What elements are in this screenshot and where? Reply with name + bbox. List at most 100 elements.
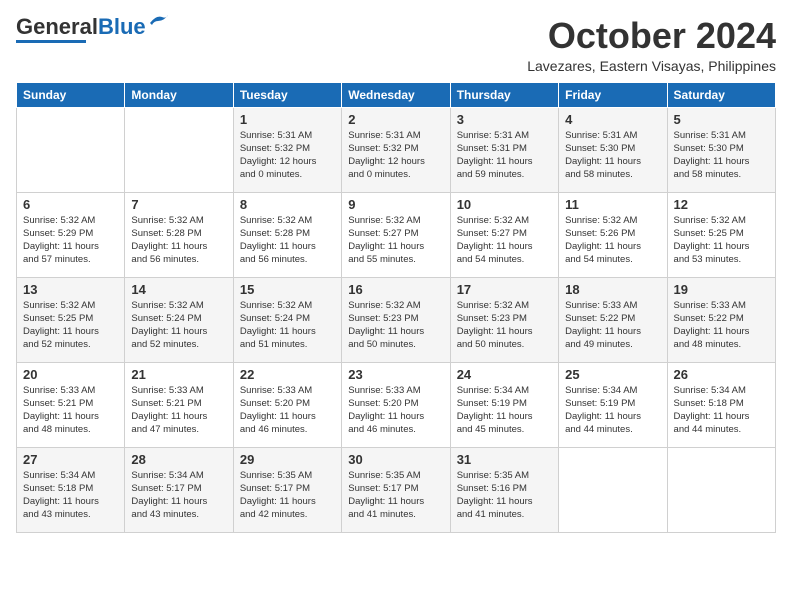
day-number: 11 (565, 197, 660, 212)
day-info: Sunrise: 5:33 AM Sunset: 5:20 PM Dayligh… (348, 384, 443, 437)
day-number: 16 (348, 282, 443, 297)
calendar-cell: 20Sunrise: 5:33 AM Sunset: 5:21 PM Dayli… (17, 362, 125, 447)
weekday-header-tuesday: Tuesday (233, 82, 341, 107)
calendar-cell: 16 Sunrise: 5:32 AM Sunset: 5:23 PM Dayli… (342, 277, 450, 362)
week-row-2: 6 Sunrise: 5:32 AM Sunset: 5:29 PM Daylig… (17, 192, 776, 277)
day-number: 1 (240, 112, 335, 127)
day-info: Sunrise: 5:33 AM Sunset: 5:21 PM Dayligh… (131, 384, 226, 437)
calendar-cell: 7Sunrise: 5:32 AM Sunset: 5:28 PM Daylig… (125, 192, 233, 277)
week-row-5: 27 Sunrise: 5:34 AM Sunset: 5:18 PM Dayli… (17, 447, 776, 532)
calendar-cell (17, 107, 125, 192)
day-number: 30 (348, 452, 443, 467)
calendar-cell: 26Sunrise: 5:34 AM Sunset: 5:18 PM Dayli… (667, 362, 775, 447)
calendar-cell: 14 Sunrise: 5:32 AM Sunset: 5:24 PM Dayli… (125, 277, 233, 362)
weekday-header-monday: Monday (125, 82, 233, 107)
calendar-cell: 1 Sunrise: 5:31 AM Sunset: 5:32 PM Daylig… (233, 107, 341, 192)
day-info: Sunrise: 5:32 AM Sunset: 5:28 PM Dayligh… (240, 214, 335, 267)
day-info: Sunrise: 5:34 AM Sunset: 5:17 PM Dayligh… (131, 469, 226, 522)
day-info: Sunrise: 5:34 AM Sunset: 5:18 PM Dayligh… (23, 469, 118, 522)
day-info: Sunrise: 5:32 AM Sunset: 5:25 PM Dayligh… (674, 214, 769, 267)
title-block: October 2024 Lavezares, Eastern Visayas,… (527, 16, 776, 74)
calendar-table: SundayMondayTuesdayWednesdayThursdayFrid… (16, 82, 776, 533)
day-number: 4 (565, 112, 660, 127)
calendar-cell: 6 Sunrise: 5:32 AM Sunset: 5:29 PM Daylig… (17, 192, 125, 277)
day-info: Sunrise: 5:34 AM Sunset: 5:19 PM Dayligh… (565, 384, 660, 437)
calendar-cell: 10 Sunrise: 5:32 AM Sunset: 5:27 PM Dayli… (450, 192, 558, 277)
logo-bird-icon (148, 13, 170, 33)
day-number: 19 (674, 282, 769, 297)
calendar-cell: 9 Sunrise: 5:32 AM Sunset: 5:27 PM Daylig… (342, 192, 450, 277)
day-info: Sunrise: 5:31 AM Sunset: 5:31 PM Dayligh… (457, 129, 552, 182)
day-number: 2 (348, 112, 443, 127)
day-number: 8 (240, 197, 335, 212)
location-subtitle: Lavezares, Eastern Visayas, Philippines (527, 58, 776, 74)
day-info: Sunrise: 5:33 AM Sunset: 5:22 PM Dayligh… (674, 299, 769, 352)
day-number: 9 (348, 197, 443, 212)
day-number: 24 (457, 367, 552, 382)
calendar-cell: 21 Sunrise: 5:33 AM Sunset: 5:21 PM Dayli… (125, 362, 233, 447)
logo-text: GeneralBlue (16, 16, 146, 38)
day-number: 14 (131, 282, 226, 297)
day-number: 20 (23, 367, 118, 382)
calendar-cell: 11 Sunrise: 5:32 AM Sunset: 5:26 PM Dayli… (559, 192, 667, 277)
day-info: Sunrise: 5:32 AM Sunset: 5:24 PM Dayligh… (131, 299, 226, 352)
day-number: 21 (131, 367, 226, 382)
day-info: Sunrise: 5:32 AM Sunset: 5:25 PM Dayligh… (23, 299, 118, 352)
day-info: Sunrise: 5:31 AM Sunset: 5:30 PM Dayligh… (674, 129, 769, 182)
day-info: Sunrise: 5:32 AM Sunset: 5:27 PM Dayligh… (348, 214, 443, 267)
calendar-cell: 4Sunrise: 5:31 AM Sunset: 5:30 PM Daylig… (559, 107, 667, 192)
day-info: Sunrise: 5:34 AM Sunset: 5:18 PM Dayligh… (674, 384, 769, 437)
week-row-1: 1 Sunrise: 5:31 AM Sunset: 5:32 PM Daylig… (17, 107, 776, 192)
day-info: Sunrise: 5:32 AM Sunset: 5:29 PM Dayligh… (23, 214, 118, 267)
day-info: Sunrise: 5:32 AM Sunset: 5:24 PM Dayligh… (240, 299, 335, 352)
day-number: 12 (674, 197, 769, 212)
calendar-cell: 17 Sunrise: 5:32 AM Sunset: 5:23 PM Dayli… (450, 277, 558, 362)
day-number: 6 (23, 197, 118, 212)
day-info: Sunrise: 5:31 AM Sunset: 5:32 PM Dayligh… (240, 129, 335, 182)
day-number: 3 (457, 112, 552, 127)
week-row-3: 13 Sunrise: 5:32 AM Sunset: 5:25 PM Dayli… (17, 277, 776, 362)
day-info: Sunrise: 5:33 AM Sunset: 5:22 PM Dayligh… (565, 299, 660, 352)
weekday-header-saturday: Saturday (667, 82, 775, 107)
day-number: 28 (131, 452, 226, 467)
day-number: 10 (457, 197, 552, 212)
calendar-cell (125, 107, 233, 192)
day-number: 7 (131, 197, 226, 212)
day-info: Sunrise: 5:35 AM Sunset: 5:16 PM Dayligh… (457, 469, 552, 522)
weekday-header-sunday: Sunday (17, 82, 125, 107)
weekday-header-thursday: Thursday (450, 82, 558, 107)
calendar-cell: 12 Sunrise: 5:32 AM Sunset: 5:25 PM Dayli… (667, 192, 775, 277)
day-info: Sunrise: 5:33 AM Sunset: 5:20 PM Dayligh… (240, 384, 335, 437)
calendar-cell: 18 Sunrise: 5:33 AM Sunset: 5:22 PM Dayli… (559, 277, 667, 362)
day-info: Sunrise: 5:32 AM Sunset: 5:23 PM Dayligh… (457, 299, 552, 352)
calendar-cell: 13 Sunrise: 5:32 AM Sunset: 5:25 PM Dayli… (17, 277, 125, 362)
calendar-cell: 30 Sunrise: 5:35 AM Sunset: 5:17 PM Dayli… (342, 447, 450, 532)
calendar-cell: 31 Sunrise: 5:35 AM Sunset: 5:16 PM Dayli… (450, 447, 558, 532)
calendar-cell: 28 Sunrise: 5:34 AM Sunset: 5:17 PM Dayli… (125, 447, 233, 532)
logo-underline (16, 40, 86, 43)
month-title: October 2024 (527, 16, 776, 56)
day-info: Sunrise: 5:32 AM Sunset: 5:27 PM Dayligh… (457, 214, 552, 267)
day-info: Sunrise: 5:32 AM Sunset: 5:26 PM Dayligh… (565, 214, 660, 267)
day-info: Sunrise: 5:34 AM Sunset: 5:19 PM Dayligh… (457, 384, 552, 437)
calendar-cell: 23Sunrise: 5:33 AM Sunset: 5:20 PM Dayli… (342, 362, 450, 447)
day-info: Sunrise: 5:35 AM Sunset: 5:17 PM Dayligh… (348, 469, 443, 522)
day-number: 25 (565, 367, 660, 382)
day-number: 27 (23, 452, 118, 467)
day-number: 17 (457, 282, 552, 297)
day-number: 13 (23, 282, 118, 297)
weekday-header-row: SundayMondayTuesdayWednesdayThursdayFrid… (17, 82, 776, 107)
day-number: 31 (457, 452, 552, 467)
calendar-cell (667, 447, 775, 532)
calendar-cell: 24 Sunrise: 5:34 AM Sunset: 5:19 PM Dayli… (450, 362, 558, 447)
calendar-cell: 27 Sunrise: 5:34 AM Sunset: 5:18 PM Dayli… (17, 447, 125, 532)
weekday-header-wednesday: Wednesday (342, 82, 450, 107)
calendar-cell: 5Sunrise: 5:31 AM Sunset: 5:30 PM Daylig… (667, 107, 775, 192)
day-number: 22 (240, 367, 335, 382)
calendar-cell: 19 Sunrise: 5:33 AM Sunset: 5:22 PM Dayli… (667, 277, 775, 362)
calendar-cell: 2Sunrise: 5:31 AM Sunset: 5:32 PM Daylig… (342, 107, 450, 192)
day-number: 15 (240, 282, 335, 297)
day-number: 18 (565, 282, 660, 297)
day-info: Sunrise: 5:32 AM Sunset: 5:23 PM Dayligh… (348, 299, 443, 352)
calendar-cell: 29Sunrise: 5:35 AM Sunset: 5:17 PM Dayli… (233, 447, 341, 532)
